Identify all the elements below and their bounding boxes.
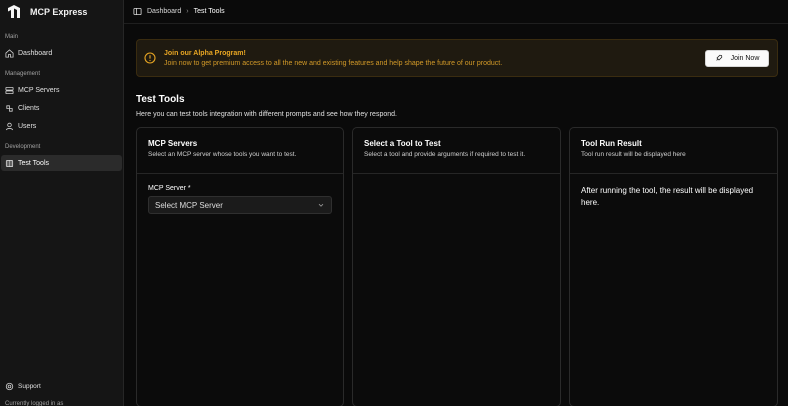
card-title: Select a Tool to Test bbox=[364, 139, 441, 148]
mcp-servers-card: MCP Servers Select an MCP server whose t… bbox=[136, 127, 344, 406]
sidebar-item-clients[interactable]: Clients bbox=[1, 100, 122, 116]
section-title-main: Main bbox=[5, 34, 19, 40]
sidebar: MCP Express Main Dashboard Management MC… bbox=[0, 0, 124, 406]
banner-title: Join our Alpha Program! bbox=[164, 49, 246, 57]
clients-icon bbox=[5, 104, 14, 113]
join-now-button[interactable]: Join Now bbox=[705, 49, 769, 67]
sidebar-item-test-tools[interactable]: Test Tools bbox=[1, 155, 122, 171]
card-body bbox=[353, 174, 560, 196]
alert-icon bbox=[144, 52, 156, 64]
alpha-banner: Join our Alpha Program! Join now to get … bbox=[136, 39, 778, 77]
support-icon bbox=[5, 382, 14, 391]
sidebar-item-mcp-servers[interactable]: MCP Servers bbox=[1, 82, 122, 98]
banner-text: Join our Alpha Program! Join now to get … bbox=[164, 50, 705, 67]
app-root: MCP Express Main Dashboard Management MC… bbox=[0, 0, 788, 406]
topbar: Dashboard › Test Tools bbox=[124, 0, 788, 24]
mcp-logo-icon bbox=[6, 4, 22, 20]
server-icon bbox=[5, 86, 14, 95]
card-description: Select a tool and provide arguments if r… bbox=[364, 151, 526, 158]
page-title: Test Tools bbox=[136, 94, 185, 105]
mcp-server-field-label: MCP Server * bbox=[148, 185, 191, 192]
sidebar-item-label: Dashboard bbox=[18, 49, 53, 57]
support-link[interactable]: Support bbox=[0, 379, 123, 393]
logged-in-text: Currently logged in as bbox=[5, 401, 64, 406]
sidebar-item-users[interactable]: Users bbox=[1, 118, 122, 134]
card-header: Select a Tool to Test Select a tool and … bbox=[353, 128, 560, 174]
toggle-sidebar-icon[interactable] bbox=[133, 7, 142, 16]
sidebar-item-label: Clients bbox=[18, 104, 40, 112]
breadcrumb-separator: › bbox=[186, 8, 189, 15]
sidebar-item-label: MCP Servers bbox=[18, 86, 60, 94]
tools-icon bbox=[5, 159, 14, 168]
mcp-server-select[interactable]: Select MCP Server bbox=[148, 196, 332, 214]
page-description: Here you can test tools integration with… bbox=[136, 111, 397, 118]
brand[interactable]: MCP Express bbox=[0, 0, 123, 25]
main-content: Dashboard › Test Tools Join our Alpha Pr… bbox=[124, 0, 788, 406]
section-title-development: Development bbox=[5, 144, 41, 150]
sidebar-item-label: Users bbox=[18, 122, 37, 130]
card-description: Select an MCP server whose tools you wan… bbox=[148, 151, 297, 158]
select-tool-card: Select a Tool to Test Select a tool and … bbox=[352, 127, 561, 406]
sidebar-item-dashboard[interactable]: Dashboard bbox=[1, 45, 122, 61]
app-name: MCP Express bbox=[30, 7, 88, 17]
select-value: Select MCP Server bbox=[155, 200, 223, 210]
chevron-down-icon bbox=[317, 201, 325, 209]
sidebar-item-label: Test Tools bbox=[18, 159, 49, 167]
breadcrumb-current: Test Tools bbox=[193, 8, 225, 15]
tool-run-result-card: Tool Run Result Tool run result will be … bbox=[569, 127, 778, 406]
banner-description: Join now to get premium access to all th… bbox=[164, 59, 503, 67]
join-now-label: Join Now bbox=[730, 54, 760, 62]
user-icon bbox=[5, 122, 14, 131]
support-label: Support bbox=[18, 382, 41, 390]
home-icon bbox=[5, 48, 14, 58]
sidebar-footer: Support Currently logged in as bbox=[0, 379, 123, 406]
card-header: Tool Run Result Tool run result will be … bbox=[570, 128, 777, 174]
card-body: MCP Server * Select MCP Server bbox=[137, 174, 343, 225]
card-title: MCP Servers bbox=[148, 139, 198, 148]
card-body: After running the tool, the result will … bbox=[570, 174, 777, 220]
rocket-icon bbox=[715, 54, 723, 62]
result-placeholder-text: After running the tool, the result will … bbox=[581, 186, 754, 207]
breadcrumb-dashboard[interactable]: Dashboard bbox=[147, 8, 181, 15]
card-description: Tool run result will be displayed here bbox=[581, 151, 686, 158]
card-header: MCP Servers Select an MCP server whose t… bbox=[137, 128, 343, 174]
section-title-management: Management bbox=[5, 71, 41, 77]
card-title: Tool Run Result bbox=[581, 139, 642, 148]
